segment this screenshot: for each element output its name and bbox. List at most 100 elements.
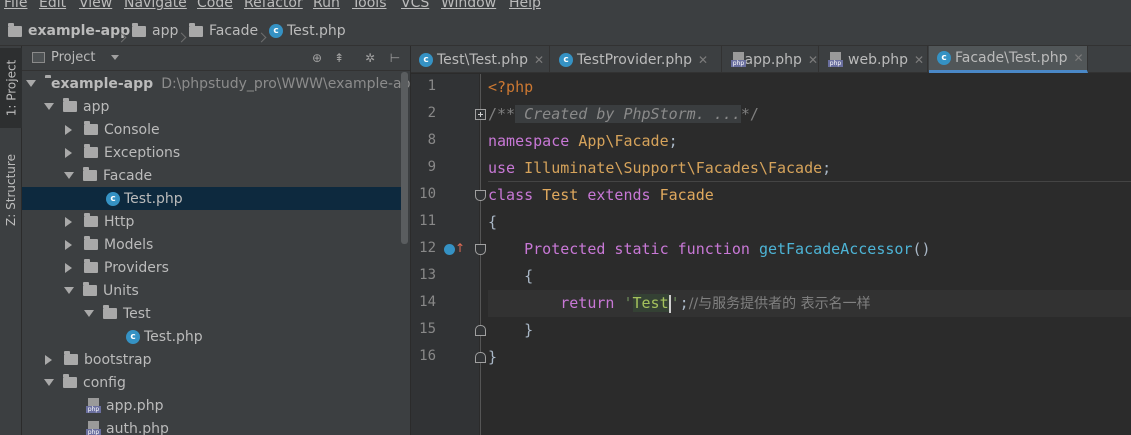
line-number: 10 [419,186,436,202]
tree-item-units-test[interactable]: Test [84,302,410,325]
collapse-arrow-icon [65,216,72,227]
tree-item-units-test-php[interactable]: c Test.php [126,325,410,348]
target-icon[interactable]: ⊕ [310,51,324,65]
collapse-arrow-icon [65,147,72,158]
close-icon[interactable]: ✕ [534,53,544,67]
menu-bar: File Edit View Navigate Code Refactor Ru… [0,0,1131,15]
tree-item-auth-php[interactable]: php auth.php [86,417,410,435]
folder-icon [84,236,98,250]
code-line-10: class Test extends Facade [488,186,714,204]
close-icon[interactable]: ✕ [698,53,708,67]
project-panel: Project ⊕ ⇞ ✲ ⊢ example-app D:\phpstudy_… [22,46,410,435]
menu-file[interactable]: File [4,0,27,11]
breadcrumb-item-facade[interactable]: Facade [189,21,258,41]
code-line-14: return 'Test ';//与服务提供者的 表示名一样 [488,290,1131,317]
editor-tabs: c Test\Test.php ✕ c TestProvider.php ✕ p… [411,46,1131,73]
code-line-11: { [488,213,498,231]
code-line-13: { [524,267,534,285]
collapse-arrow-icon [45,354,52,365]
overrides-method-icon[interactable]: ↑ [444,242,465,256]
breadcrumb-item-project[interactable]: example-app [8,21,130,41]
code-line-8: namespace App\Facade; [488,132,678,150]
line-number: 12 [419,240,436,256]
folder-icon [84,259,98,273]
code-line-9: use Illuminate\Support\Facades\Facade; [488,159,832,177]
tree-item-facade[interactable]: Facade [64,164,410,187]
expand-arrow-icon [84,310,94,317]
code-line-16: } [488,348,498,366]
folder-icon [189,22,203,37]
editor-area: c Test\Test.php ✕ c TestProvider.php ✕ p… [411,46,1131,435]
project-view-selector[interactable]: Project [32,50,120,65]
menu-navigate[interactable]: Navigate [124,0,187,11]
project-scrollbar[interactable] [401,72,408,244]
tree-item-config[interactable]: config [44,371,410,394]
tab-structure-tool[interactable]: Z: Structure [0,144,22,236]
menu-window[interactable]: Window [441,0,496,11]
tab-web-php[interactable]: php web.php ✕ [820,46,928,73]
tree-item-app-php[interactable]: php app.php [86,394,410,417]
php-file-icon: php [86,398,101,413]
expand-arrow-icon [44,379,54,386]
folder-icon [84,121,98,135]
fold-collapse-icon[interactable] [475,244,486,255]
class-file-icon: c [419,52,433,67]
tree-item-units[interactable]: Units [64,279,410,302]
tree-item-http[interactable]: Http [64,210,410,233]
folder-icon [83,167,97,181]
fold-expand-icon[interactable] [475,109,486,120]
gear-icon[interactable]: ✲ [363,51,377,65]
tab-testprovider-php[interactable]: c TestProvider.php ✕ [551,46,722,73]
menu-view[interactable]: View [79,0,112,11]
line-number: 14 [419,294,436,310]
fold-end-icon[interactable] [475,325,486,336]
close-icon[interactable]: ✕ [808,53,818,67]
tree-item-bootstrap[interactable]: bootstrap [44,348,410,371]
collapse-arrow-icon [65,239,72,250]
breadcrumb-item-file[interactable]: c Test.php [269,21,346,41]
close-icon[interactable]: ✕ [914,53,924,67]
menu-run[interactable]: Run [313,0,340,11]
tab-app-php[interactable]: php app.php ✕ [723,46,819,73]
tree-item-example-app[interactable]: example-app D:\phpstudy_pro\WWW\example-… [26,72,410,95]
folded-comment[interactable]: Created by PhpStorm. ... [515,105,741,123]
collapse-icon[interactable]: ⇞ [332,51,346,65]
tree-item-facade-test-php[interactable]: c Test.php [22,187,401,210]
expand-arrow-icon [26,80,36,87]
fold-end-icon[interactable] [475,352,486,363]
tool-window-strip: 1: Project Z: Structure [0,46,22,435]
menu-help[interactable]: Help [509,0,541,11]
tab-project-tool[interactable]: 1: Project [0,48,22,128]
folder-icon [8,22,22,37]
code-line-15: } [524,321,534,339]
tree-item-providers[interactable]: Providers [64,256,410,279]
tree-item-exceptions[interactable]: Exceptions [64,141,410,164]
menu-refactor[interactable]: Refactor [244,0,303,11]
menu-code[interactable]: Code [197,0,233,11]
hide-icon[interactable]: ⊢ [388,51,402,65]
class-file-icon: c [559,52,573,67]
fold-collapse-icon[interactable] [475,190,486,201]
line-number: 15 [419,321,436,337]
menu-edit[interactable]: Edit [39,0,66,11]
menu-vcs[interactable]: VCS [401,0,429,11]
tree-item-console[interactable]: Console [64,118,410,141]
code-line-12: Protected static function getFacadeAcces… [524,240,931,258]
close-icon[interactable]: ✕ [1074,51,1084,65]
folder-icon [84,144,98,158]
tree-item-app[interactable]: app [44,95,410,118]
line-gutter: 1 2 8 9 10 11 12 13 14 15 16 ↑ [411,74,479,435]
tree-item-models[interactable]: Models [64,233,410,256]
menu-tools[interactable]: Tools [352,0,387,11]
code-line-2: /** Created by PhpStorm. ...*/ [488,105,759,123]
tab-test-test-php[interactable]: c Test\Test.php ✕ [411,46,550,73]
line-number: 9 [427,159,436,175]
tab-facade-test-php[interactable]: c Facade\Test.php ✕ [929,46,1088,73]
folder-icon [83,282,97,296]
folder-icon [63,98,77,112]
folder-icon [63,374,77,388]
breadcrumb-item-app[interactable]: app [132,21,178,41]
expand-arrow-icon [44,103,54,110]
line-number: 11 [419,213,436,229]
line-number: 2 [427,105,436,121]
